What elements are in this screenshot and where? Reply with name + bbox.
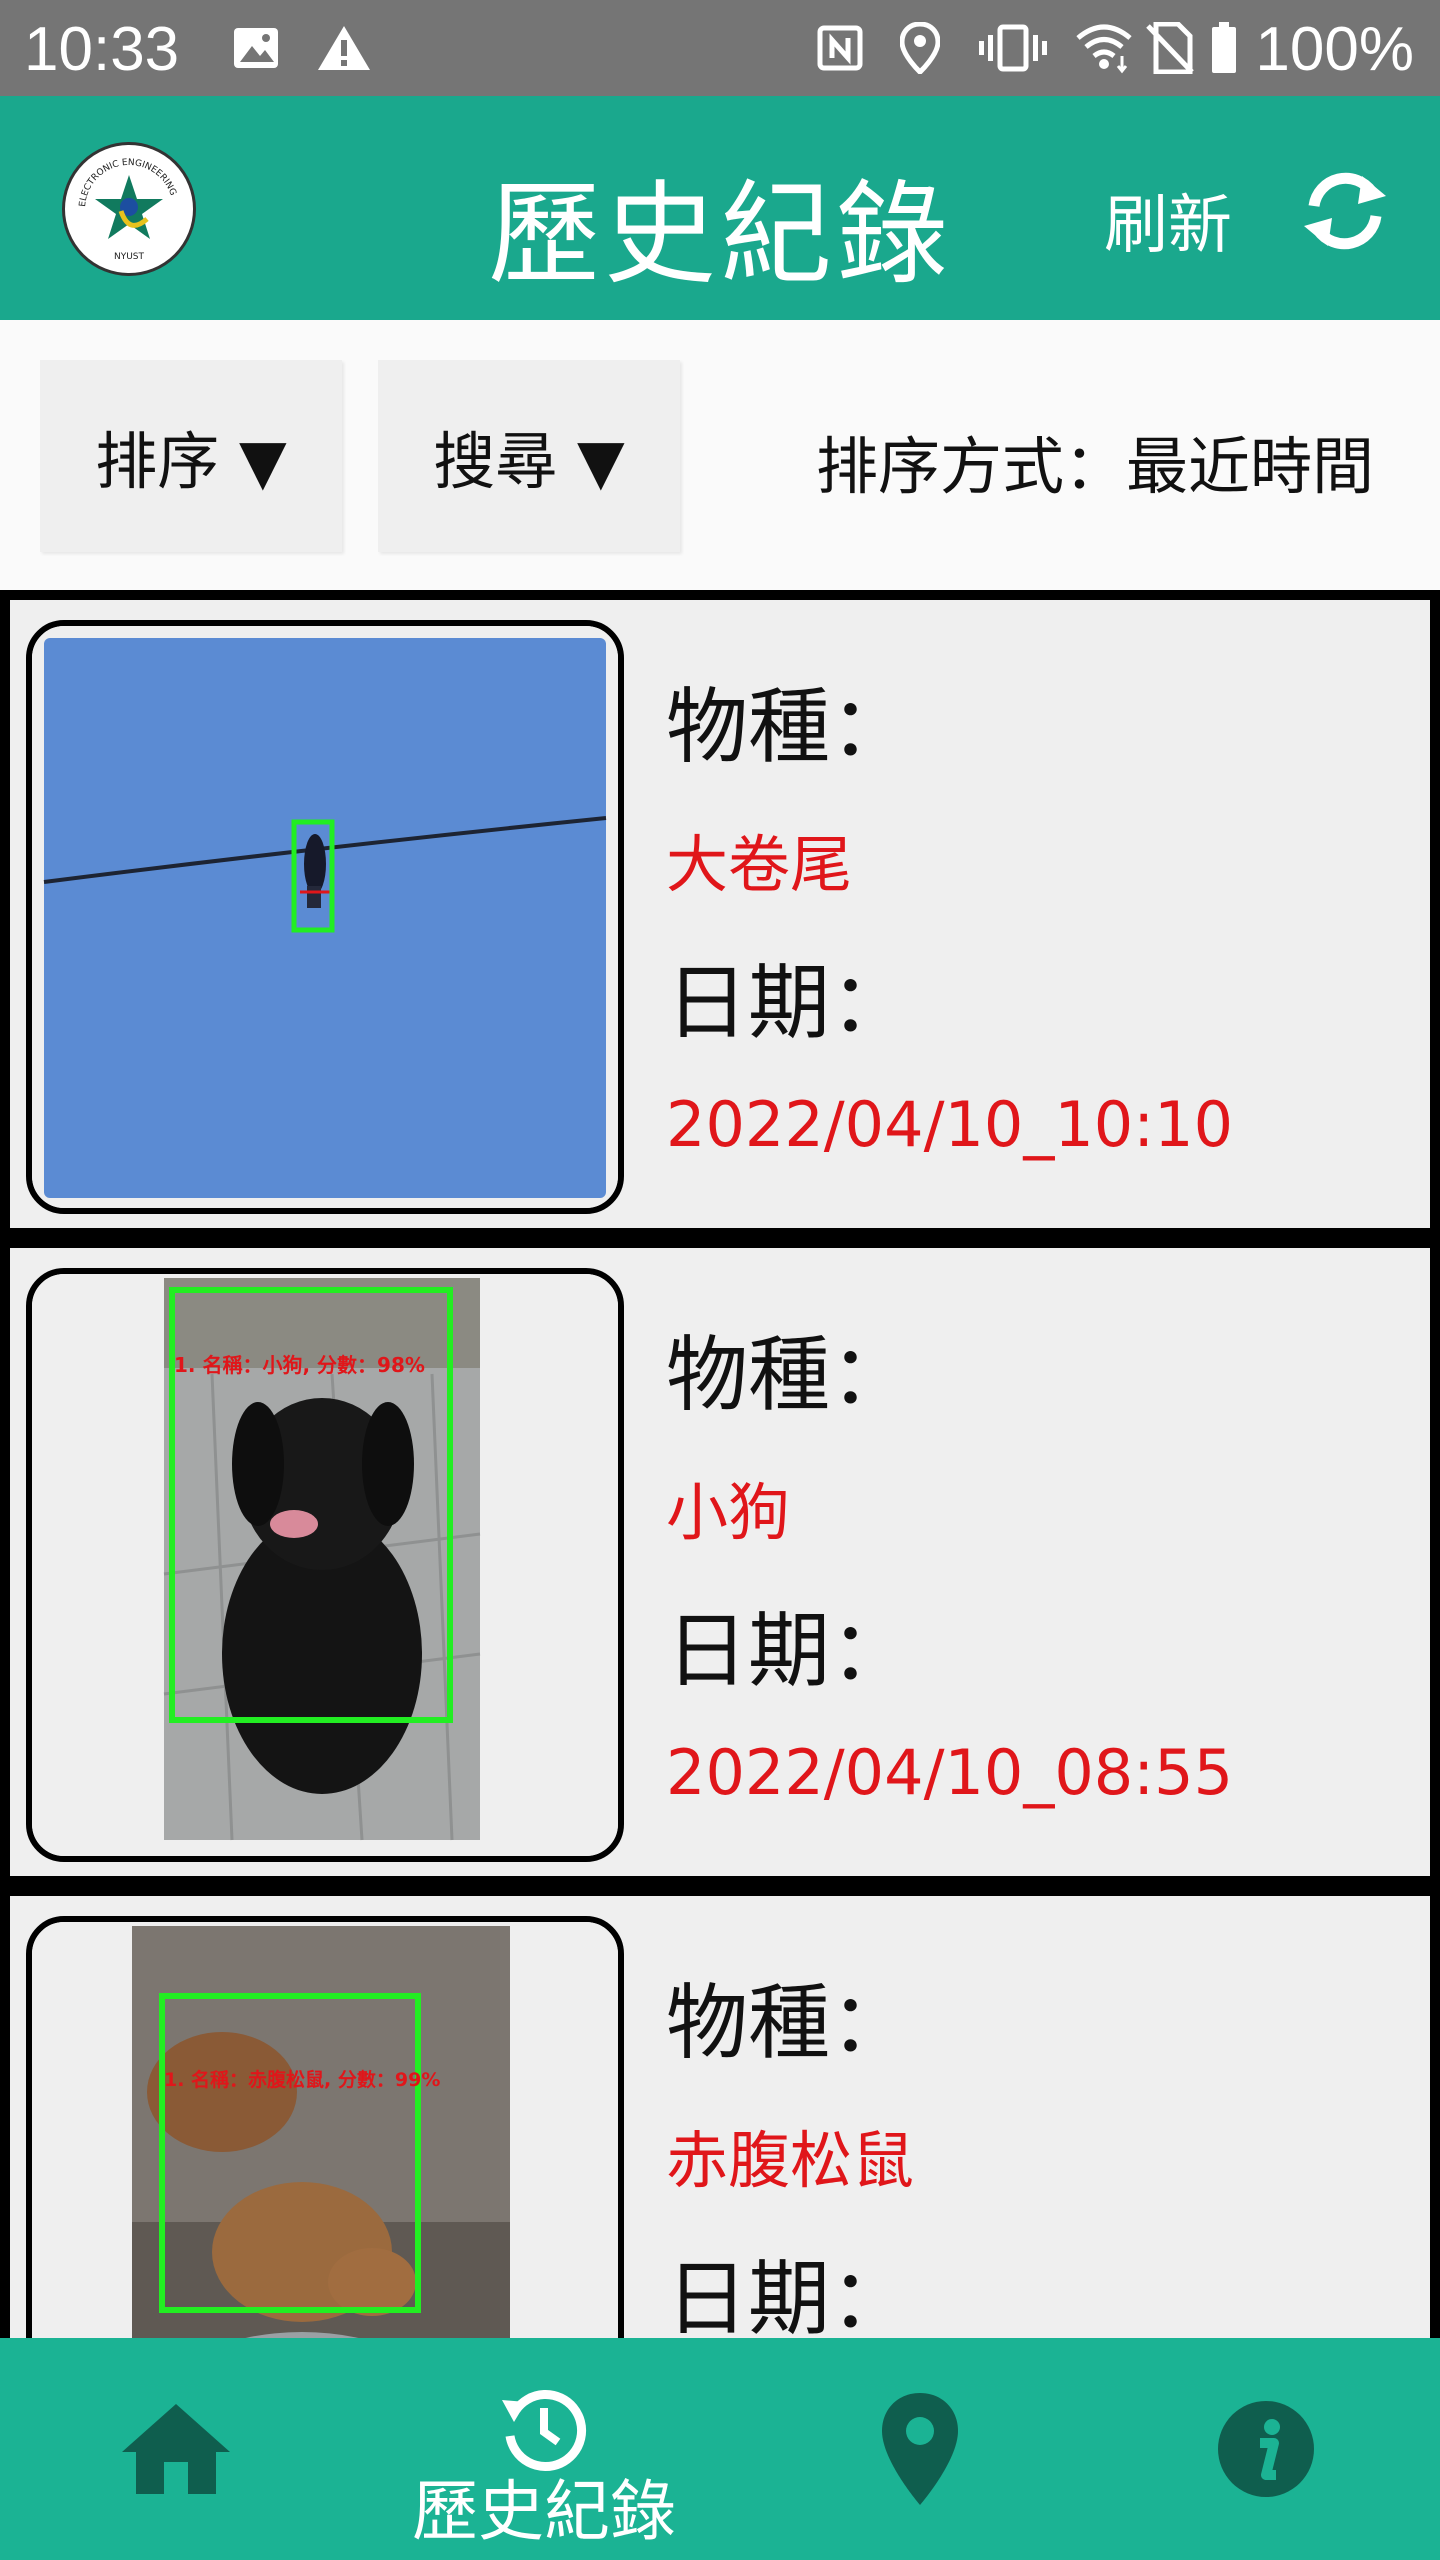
record-card[interactable]: 1. 名稱：赤腹松鼠, 分數：99% 物種： 赤腹松鼠 日期： (10, 1896, 1430, 2338)
image-icon (232, 24, 280, 72)
nfc-icon (816, 24, 864, 72)
refresh-button[interactable]: 刷新 (1104, 174, 1232, 266)
vibrate-icon (978, 24, 1048, 72)
nav-map[interactable] (860, 2338, 980, 2560)
species-label: 物種： (666, 680, 913, 775)
record-photo-frame: 1. 名稱：小狗, 分數：98% (26, 1268, 624, 1862)
no-sim-icon (1146, 22, 1194, 74)
record-photo-frame: 1. 名稱：赤腹松鼠, 分數：99% (26, 1916, 624, 2338)
location-icon (900, 22, 940, 74)
dog-photo: 1. 名稱：小狗, 分數：98% (32, 1274, 618, 1856)
search-dropdown-button[interactable]: 搜尋 ▼ (378, 360, 680, 552)
sort-dropdown-button[interactable]: 排序 ▼ (40, 360, 342, 552)
svg-text:1. 名稱：小狗, 分數：98%: 1. 名稱：小狗, 分數：98% (174, 1353, 425, 1377)
home-icon (122, 2404, 230, 2494)
svg-text:1. 名稱：赤腹松鼠, 分數：99%: 1. 名稱：赤腹松鼠, 分數：99% (164, 2068, 440, 2091)
battery-icon (1210, 22, 1238, 73)
nav-home[interactable] (100, 2338, 252, 2560)
date-value: 2022/04/10_10:10 (666, 1088, 1234, 1161)
status-bar: 10:33 100% (0, 0, 1440, 96)
record-card[interactable]: 1. 名稱：小狗, 分數：98% 物種： 小狗 日期： 2022/04/10_0… (10, 1248, 1430, 1876)
records-list[interactable]: 物種： 大卷尾 日期： 2022/04/10_10:10 1. 名稱：小狗, 分… (0, 590, 1440, 2338)
warning-icon (316, 24, 372, 72)
species-label: 物種： (666, 1976, 913, 2071)
species-label: 物種： (666, 1328, 913, 1423)
species-value: 赤腹松鼠 (666, 2124, 915, 2197)
status-time: 10:33 (24, 15, 180, 84)
map-pin-icon (882, 2393, 958, 2505)
nav-info[interactable] (1206, 2338, 1326, 2560)
date-label: 日期： (666, 956, 913, 1051)
species-value: 大卷尾 (666, 828, 853, 901)
record-photo-frame (26, 620, 624, 1214)
record-card[interactable]: 物種： 大卷尾 日期： 2022/04/10_10:10 (10, 600, 1430, 1228)
nav-history-label[interactable]: 歷史紀錄 (394, 2458, 694, 2554)
bottom-navigation: 歷史紀錄 (0, 2338, 1440, 2560)
app-bar: ELECTRONIC ENGINEERING NYUST 歷史紀錄 刷新 (0, 96, 1440, 320)
wifi-icon (1074, 24, 1134, 74)
sort-status-text: 排序方式：最近時間 (816, 430, 1375, 503)
date-value: 2022/04/10_08:55 (666, 1736, 1234, 1809)
squirrel-photo: 1. 名稱：赤腹松鼠, 分數：99% (32, 1922, 618, 2338)
date-label: 日期： (666, 1604, 913, 1699)
filter-toolbar: 排序 ▼ 搜尋 ▼ 排序方式：最近時間 (0, 320, 1440, 590)
bird-photo (32, 626, 618, 1208)
species-value: 小狗 (666, 1476, 791, 1549)
battery-percentage: 100% (1255, 15, 1414, 84)
refresh-icon[interactable] (1300, 166, 1390, 256)
date-label: 日期： (666, 2252, 913, 2338)
info-icon (1218, 2401, 1314, 2497)
